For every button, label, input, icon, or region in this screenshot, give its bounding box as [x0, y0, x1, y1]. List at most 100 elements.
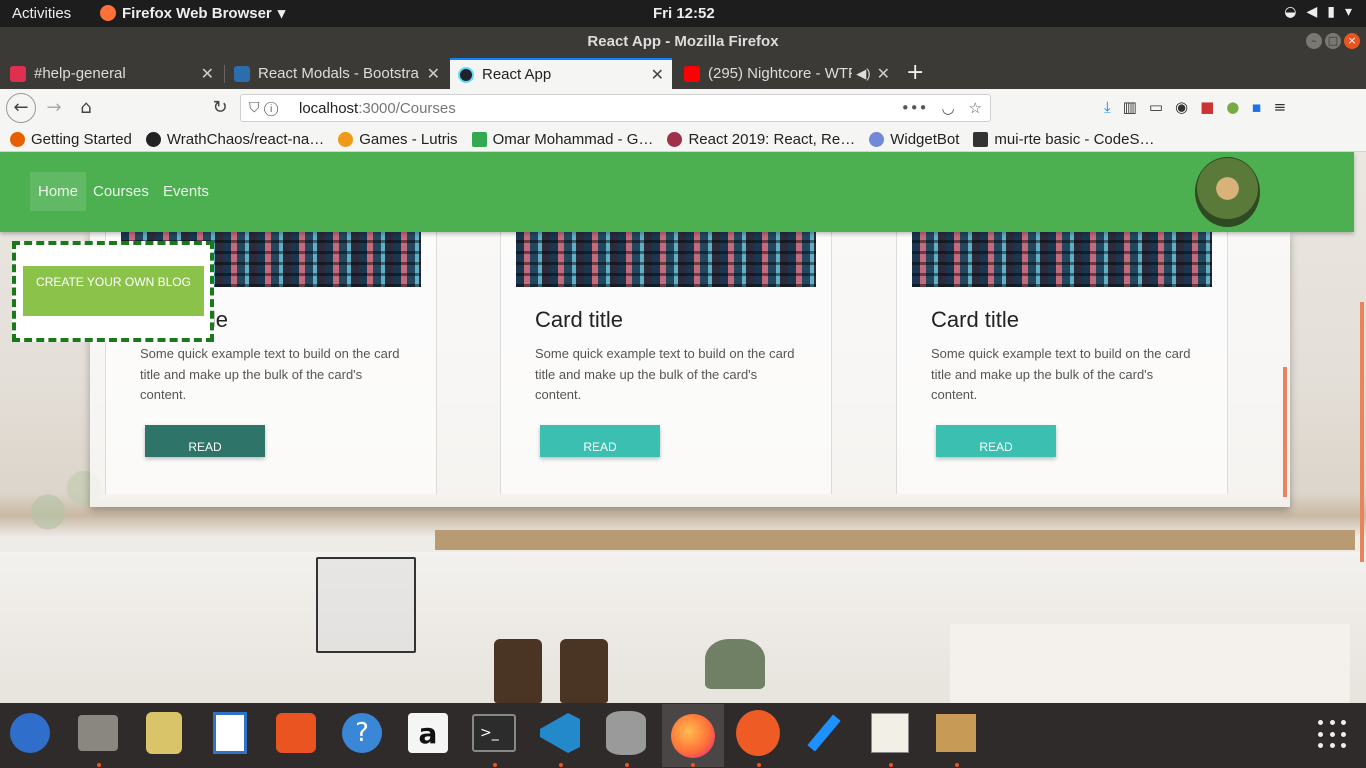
color-picker-icon[interactable]: [802, 711, 846, 755]
bookmarks-toolbar: Getting Started WrathChaos/react-na… Gam…: [0, 127, 1366, 152]
nav-events[interactable]: Events: [155, 172, 217, 211]
card-text: Some quick example text to build on the …: [140, 346, 400, 402]
minimize-button[interactable]: –: [1306, 33, 1322, 49]
pocket-icon[interactable]: ◡: [941, 99, 954, 117]
bookmark-getting-started[interactable]: Getting Started: [10, 131, 132, 148]
download-icon[interactable]: ⤓: [1104, 98, 1111, 116]
bookmark-label: Games - Lutris: [359, 130, 458, 148]
tab-help-general[interactable]: #help-general ✕: [2, 58, 222, 89]
toolbar-icons: ⤓ ▥ ▭ ◉ ■ ● ▪ ≡: [1104, 98, 1286, 116]
firefox-icon: [100, 5, 116, 21]
rhythmbox-icon[interactable]: [142, 711, 186, 755]
tab-nightcore[interactable]: (295) Nightcore - WTF ◀) ✕: [676, 58, 898, 89]
page-scrollbar[interactable]: [1360, 302, 1364, 562]
read-button[interactable]: READ: [936, 425, 1056, 457]
extension-icon[interactable]: ■: [1200, 98, 1214, 116]
bookmark-react-native[interactable]: WrathChaos/react-na…: [145, 131, 324, 148]
extensions-icon[interactable]: ▪: [1251, 98, 1261, 116]
tab-label: React Modals - Bootstra: [258, 65, 419, 82]
nav-home[interactable]: Home: [30, 172, 87, 211]
background-cards: [950, 624, 1350, 703]
card-title: Card title: [931, 307, 1020, 332]
bookmark-drive[interactable]: Omar Mohammad - G…: [471, 130, 654, 148]
speaker-icon[interactable]: ◀): [856, 66, 870, 82]
card-image: [912, 232, 1212, 287]
dock: ? a >_: [0, 703, 1366, 768]
close-icon[interactable]: ✕: [201, 64, 214, 84]
extension-badge-icon[interactable]: ●: [1226, 98, 1239, 116]
menu-icon[interactable]: ≡: [1274, 98, 1287, 116]
tab-label: #help-general: [34, 65, 126, 82]
close-icon[interactable]: ✕: [877, 64, 890, 84]
create-blog-button[interactable]: CREATE YOUR OWN BLOG: [23, 266, 204, 316]
app-menu[interactable]: Firefox Web Browser ▾: [100, 4, 285, 22]
thunderbird-icon[interactable]: [8, 711, 52, 755]
activities-button[interactable]: Activities: [12, 5, 71, 22]
avatar[interactable]: [1195, 157, 1260, 227]
nav-courses[interactable]: Courses: [85, 172, 157, 211]
url-text[interactable]: localhost:3000/Courses: [299, 100, 456, 117]
clock[interactable]: Fri 12:52: [653, 5, 715, 22]
tab-react-modals[interactable]: React Modals - Bootstra ✕: [226, 58, 448, 89]
writer-icon[interactable]: [208, 711, 252, 755]
tab-strip: #help-general ✕ React Modals - Bootstra …: [0, 55, 1366, 89]
database-icon[interactable]: [604, 711, 648, 755]
url-bar[interactable]: ⛉ ⓘ localhost:3000/Courses ••• ◡ ☆: [240, 94, 991, 122]
mdn-icon: [234, 65, 250, 82]
maximize-button[interactable]: □: [1325, 33, 1341, 49]
running-indicator: [97, 763, 101, 767]
system-tray[interactable]: ◒ ◀ ▮ ▾: [1284, 4, 1352, 20]
url-actions: ••• ◡ ☆: [901, 99, 982, 117]
bookmark-react-2019[interactable]: React 2019: React, Re…: [667, 131, 855, 148]
running-indicator: [955, 763, 959, 767]
tab-react-app[interactable]: React App ✕: [450, 58, 672, 89]
app-navbar: Home Courses Events: [0, 152, 1354, 232]
more-icon[interactable]: •••: [901, 99, 928, 117]
terminal-icon[interactable]: >_: [472, 711, 516, 755]
codesandbox-icon: [973, 131, 989, 147]
close-button[interactable]: ×: [1344, 33, 1360, 49]
postman-icon[interactable]: [736, 710, 780, 756]
forward-button[interactable]: →: [40, 95, 68, 121]
sidebar-icon[interactable]: ▭: [1149, 98, 1163, 116]
files-icon[interactable]: [76, 711, 120, 755]
url-path: :3000/Courses: [358, 100, 456, 117]
close-icon[interactable]: ✕: [651, 65, 664, 85]
tab-separator: [224, 65, 225, 83]
software-icon[interactable]: [274, 711, 318, 755]
firefox-icon[interactable]: [662, 704, 724, 767]
read-button[interactable]: READ: [145, 425, 265, 457]
inner-scrollbar[interactable]: [1283, 367, 1287, 497]
vscode-icon[interactable]: [538, 711, 582, 755]
library-icon[interactable]: ▥: [1123, 98, 1137, 116]
bookmark-lutris[interactable]: Games - Lutris: [338, 130, 458, 148]
reload-button[interactable]: ↻: [206, 95, 234, 121]
show-applications-icon[interactable]: [1318, 720, 1348, 750]
navigation-toolbar: ← → ⌂ ↻ ⛉ ⓘ localhost:3000/Courses ••• ◡…: [0, 89, 1366, 127]
back-button[interactable]: ←: [6, 93, 36, 123]
chevron-down-icon: ▾: [277, 5, 286, 22]
bookmark-label: Omar Mohammad - G…: [492, 130, 654, 148]
home-button[interactable]: ⌂: [72, 95, 100, 121]
tab-label: (295) Nightcore - WTF: [708, 65, 853, 82]
youtube-icon: [684, 65, 700, 82]
google-drive-icon: [471, 131, 487, 147]
read-button[interactable]: READ: [540, 425, 660, 457]
account-icon[interactable]: ◉: [1175, 98, 1188, 116]
help-icon[interactable]: ?: [340, 711, 384, 755]
running-indicator: [889, 763, 893, 767]
bookmark-mui-rte[interactable]: mui-rte basic - CodeS…: [973, 131, 1154, 148]
close-icon[interactable]: ✕: [427, 64, 440, 84]
chevron-down-icon: ▾: [1344, 4, 1352, 20]
window-controls: – □ ×: [1306, 33, 1360, 49]
star-icon[interactable]: ☆: [969, 99, 982, 117]
archive-icon[interactable]: [934, 711, 978, 755]
amazon-icon[interactable]: a: [406, 711, 450, 755]
lutris-icon: [338, 131, 354, 147]
text-editor-icon[interactable]: [868, 711, 912, 755]
shield-icon[interactable]: ⛉ ⓘ: [249, 100, 278, 116]
url-host: localhost: [299, 100, 359, 117]
new-tab-button[interactable]: +: [906, 60, 924, 85]
card-image: [516, 232, 816, 287]
bookmark-widgetbot[interactable]: WidgetBot: [869, 131, 959, 148]
